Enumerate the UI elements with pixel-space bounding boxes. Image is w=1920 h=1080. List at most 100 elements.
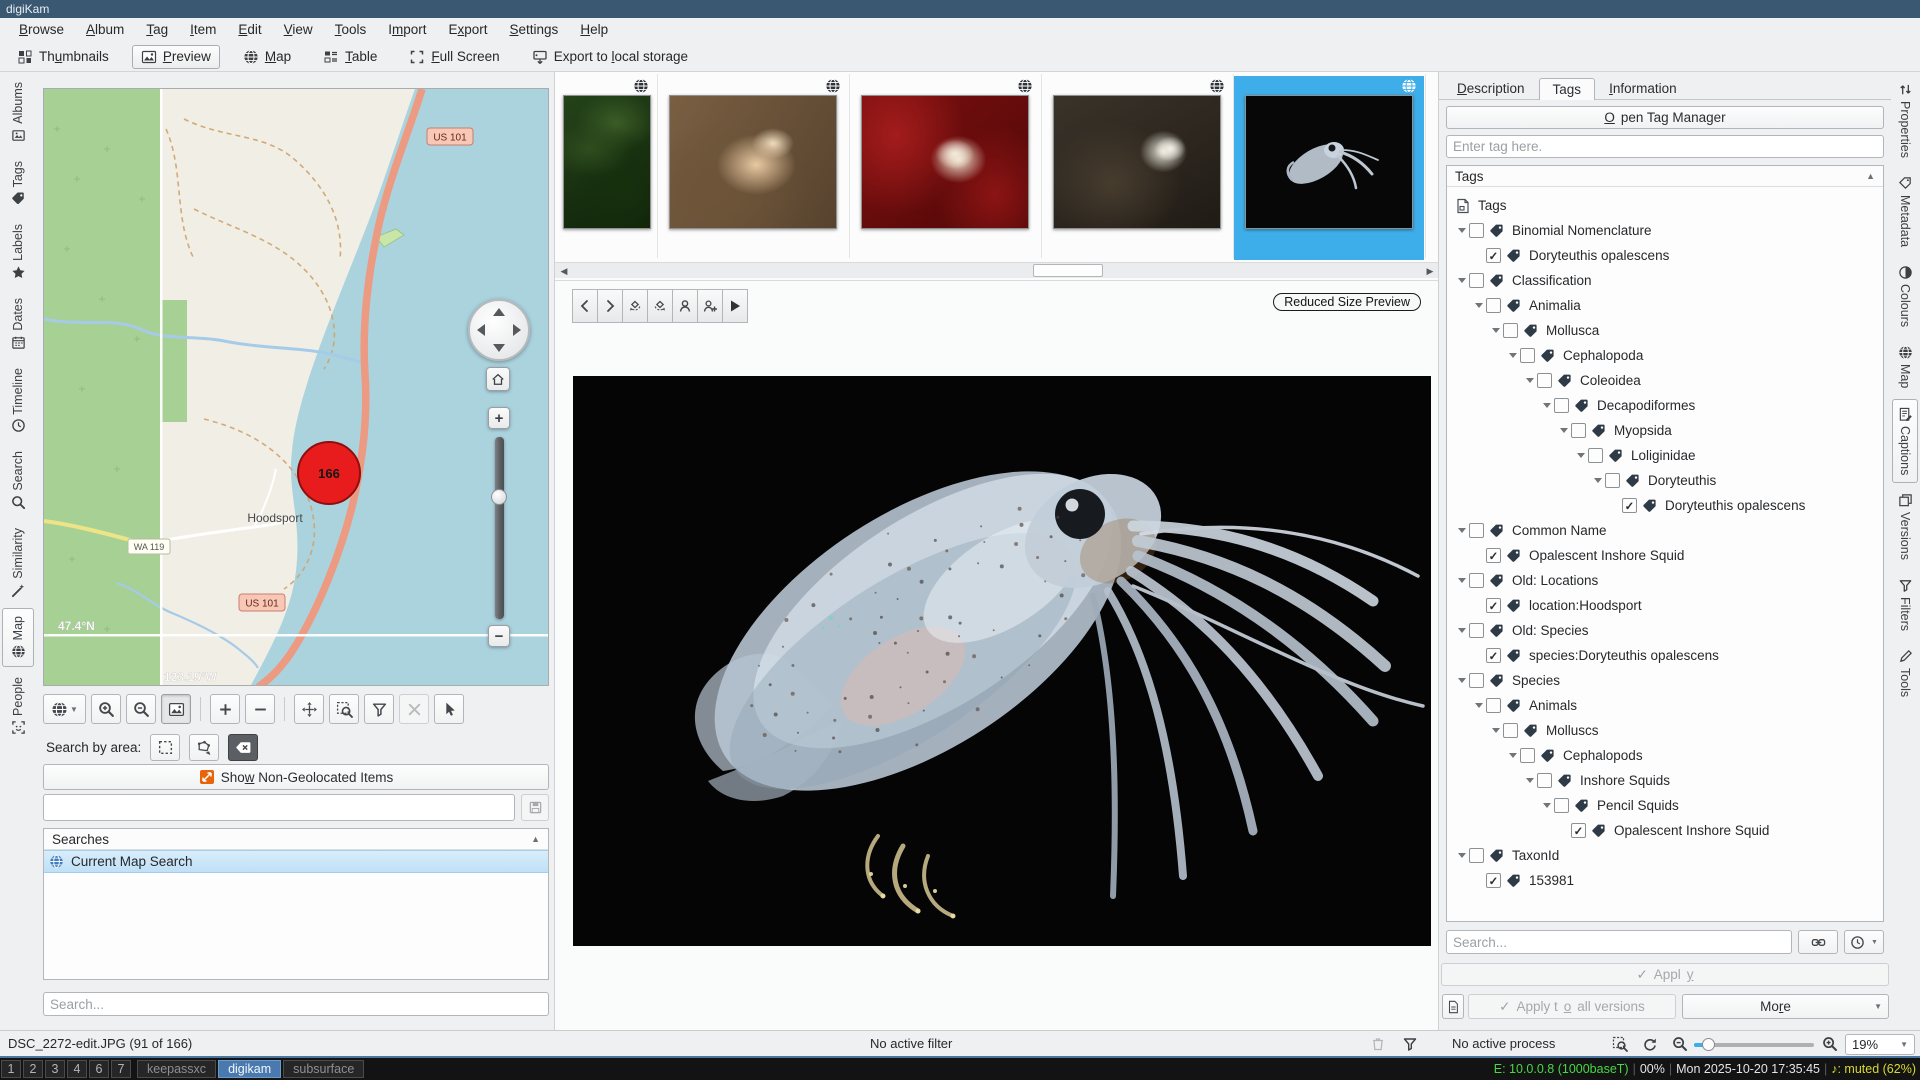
sidebar-tab-similarity[interactable]: Similarity [2,520,34,606]
tag-checkbox[interactable]: ✓ [1622,498,1637,513]
tree-item-animalia[interactable]: Animalia [1447,293,1883,318]
tag-checkbox[interactable] [1605,473,1620,488]
zoom-to-region-button[interactable] [329,694,359,724]
select-rectangle-button[interactable] [150,734,180,761]
map-button[interactable]: Map [234,45,300,69]
zoom-in-icon[interactable] [1822,1036,1838,1055]
tree-item-cephalopoda[interactable]: Cephalopoda [1447,343,1883,368]
expander-icon[interactable] [1540,403,1554,408]
thumbnail-squid-image[interactable] [1245,95,1413,229]
tag-tree-header[interactable]: Tags ▲ [1447,166,1883,187]
sidebar-tab-tags[interactable]: Tags [2,153,34,214]
sidebar-tab-map[interactable]: Map [2,608,34,667]
tree-item-species-doryteuthis-opalescens[interactable]: ✓species:Doryteuthis opalescens [1447,643,1883,668]
tree-item-tags[interactable]: Tags [1447,193,1883,218]
show-non-geolocated-button[interactable]: Show Non-Geolocated Items [43,764,549,790]
pan-left-arrow[interactable] [477,324,485,336]
sidebar-tab-albums[interactable]: Albums [2,74,34,151]
tree-item-doryteuthis-opalescens[interactable]: ✓Doryteuthis opalescens [1447,243,1883,268]
workspace-button-1[interactable]: 1 [1,1060,21,1078]
tree-item-doryteuthis[interactable]: Doryteuthis [1447,468,1883,493]
expander-icon[interactable] [1489,328,1503,333]
table-button[interactable]: Table [314,45,386,69]
tree-item-decapodiformes[interactable]: Decapodiformes [1447,393,1883,418]
right-tab-colours[interactable]: Colours [1892,257,1918,335]
map-view[interactable]: 47.4°N 123.15°W US 101 US 101 WA 119 Hoo… [43,88,549,686]
tag-checkbox[interactable] [1469,673,1484,688]
tree-item-doryteuthis-opalescens[interactable]: ✓Doryteuthis opalescens [1447,493,1883,518]
tab-information[interactable]: Information [1595,77,1691,99]
tree-item-animals[interactable]: Animals [1447,693,1883,718]
tree-item-opalescent-inshore-squid[interactable]: ✓Opalescent Inshore Squid [1447,818,1883,843]
tag-checkbox[interactable] [1469,623,1484,638]
map-backend-button[interactable]: ▼ [43,694,86,724]
tree-item-old-species[interactable]: Old: Species [1447,618,1883,643]
apply-button[interactable]: ✓ Apply [1441,963,1889,986]
thumbnails-button[interactable]: Thumbnails [8,45,118,69]
map-zoom-slider-thumb[interactable] [491,489,507,505]
scrollbar-thumb[interactable] [1033,264,1103,277]
map-zoom-out-button[interactable] [126,694,156,724]
thumbnail-kelp-image[interactable] [563,95,651,229]
workspace-button-4[interactable]: 4 [67,1060,87,1078]
right-tab-metadata[interactable]: Metadata [1892,168,1918,255]
open-tag-manager-button[interactable]: Open Tag Manager [1446,106,1884,129]
tag-checkbox[interactable]: ✓ [1486,648,1501,663]
tree-item-location-hoodsport[interactable]: ✓location:Hoodsport [1447,593,1883,618]
thumbnail-nudibranch-white[interactable] [1041,72,1233,260]
taskbar-window-digikam[interactable]: digikam [218,1060,281,1078]
zoom-out-icon[interactable] [1672,1036,1688,1055]
full-screen-button[interactable]: Full Screen [400,45,508,69]
filter-mode-button[interactable] [364,694,394,724]
menu-help[interactable]: Help [569,18,619,42]
expander-icon[interactable] [1455,528,1469,533]
more-button[interactable]: More▼ [1682,994,1889,1019]
sidebar-tab-search[interactable]: Search [2,443,34,518]
tag-checkbox[interactable] [1520,748,1535,763]
trash-icon[interactable] [1370,1036,1386,1055]
tag-checkbox[interactable]: ✓ [1486,248,1501,263]
menu-album[interactable]: Album [75,18,135,42]
add-face-tag-button[interactable] [697,289,723,323]
tag-checkbox[interactable] [1554,798,1569,813]
workspace-button-7[interactable]: 7 [111,1060,131,1078]
select-polygon-button[interactable] [189,734,219,761]
map-filter-input[interactable] [43,794,515,821]
expander-icon[interactable] [1591,478,1605,483]
preview-button[interactable]: Preview [132,45,220,69]
tag-checkbox[interactable]: ✓ [1486,873,1501,888]
tag-checkbox[interactable] [1537,373,1552,388]
expander-icon[interactable] [1455,628,1469,633]
expander-icon[interactable] [1557,428,1571,433]
tree-item-coleoidea[interactable]: Coleoidea [1447,368,1883,393]
expander-icon[interactable] [1489,728,1503,733]
zoom-percent-combobox[interactable]: 19% ▼ [1845,1034,1915,1055]
expander-icon[interactable] [1523,378,1537,383]
searches-filter-input[interactable] [43,992,549,1016]
tag-checkbox[interactable] [1469,273,1484,288]
expander-icon[interactable] [1540,803,1554,808]
expander-icon[interactable] [1574,453,1588,458]
increase-thumb-size-button[interactable] [210,694,240,724]
expander-icon[interactable] [1506,753,1520,758]
tag-checkbox[interactable] [1469,848,1484,863]
tab-description[interactable]: Description [1443,77,1539,99]
tag-checkbox[interactable] [1503,723,1518,738]
sidebar-tab-labels[interactable]: Labels [2,216,34,288]
save-search-button[interactable] [521,794,549,821]
map-zoom-in-button[interactable] [91,694,121,724]
clear-selection-button[interactable] [228,734,258,761]
tag-checkbox[interactable] [1486,698,1501,713]
export-to-local-storage-button[interactable]: Export to local storage [523,45,697,69]
tree-item-taxonid[interactable]: TaxonId [1447,843,1883,868]
taskbar-window-keepassxc[interactable]: keepassxc [137,1060,216,1078]
tree-item-cephalopods[interactable]: Cephalopods [1447,743,1883,768]
previous-image-button[interactable] [572,289,598,323]
expander-icon[interactable] [1455,678,1469,683]
tag-checkbox[interactable] [1469,573,1484,588]
right-tab-tools[interactable]: Tools [1892,641,1918,705]
remove-filter-button[interactable] [399,694,429,724]
thumbbar-scrollbar[interactable]: ◀ ▶ [555,262,1439,278]
tree-item-common-name[interactable]: Common Name [1447,518,1883,543]
rotate-left-button[interactable] [622,289,648,323]
